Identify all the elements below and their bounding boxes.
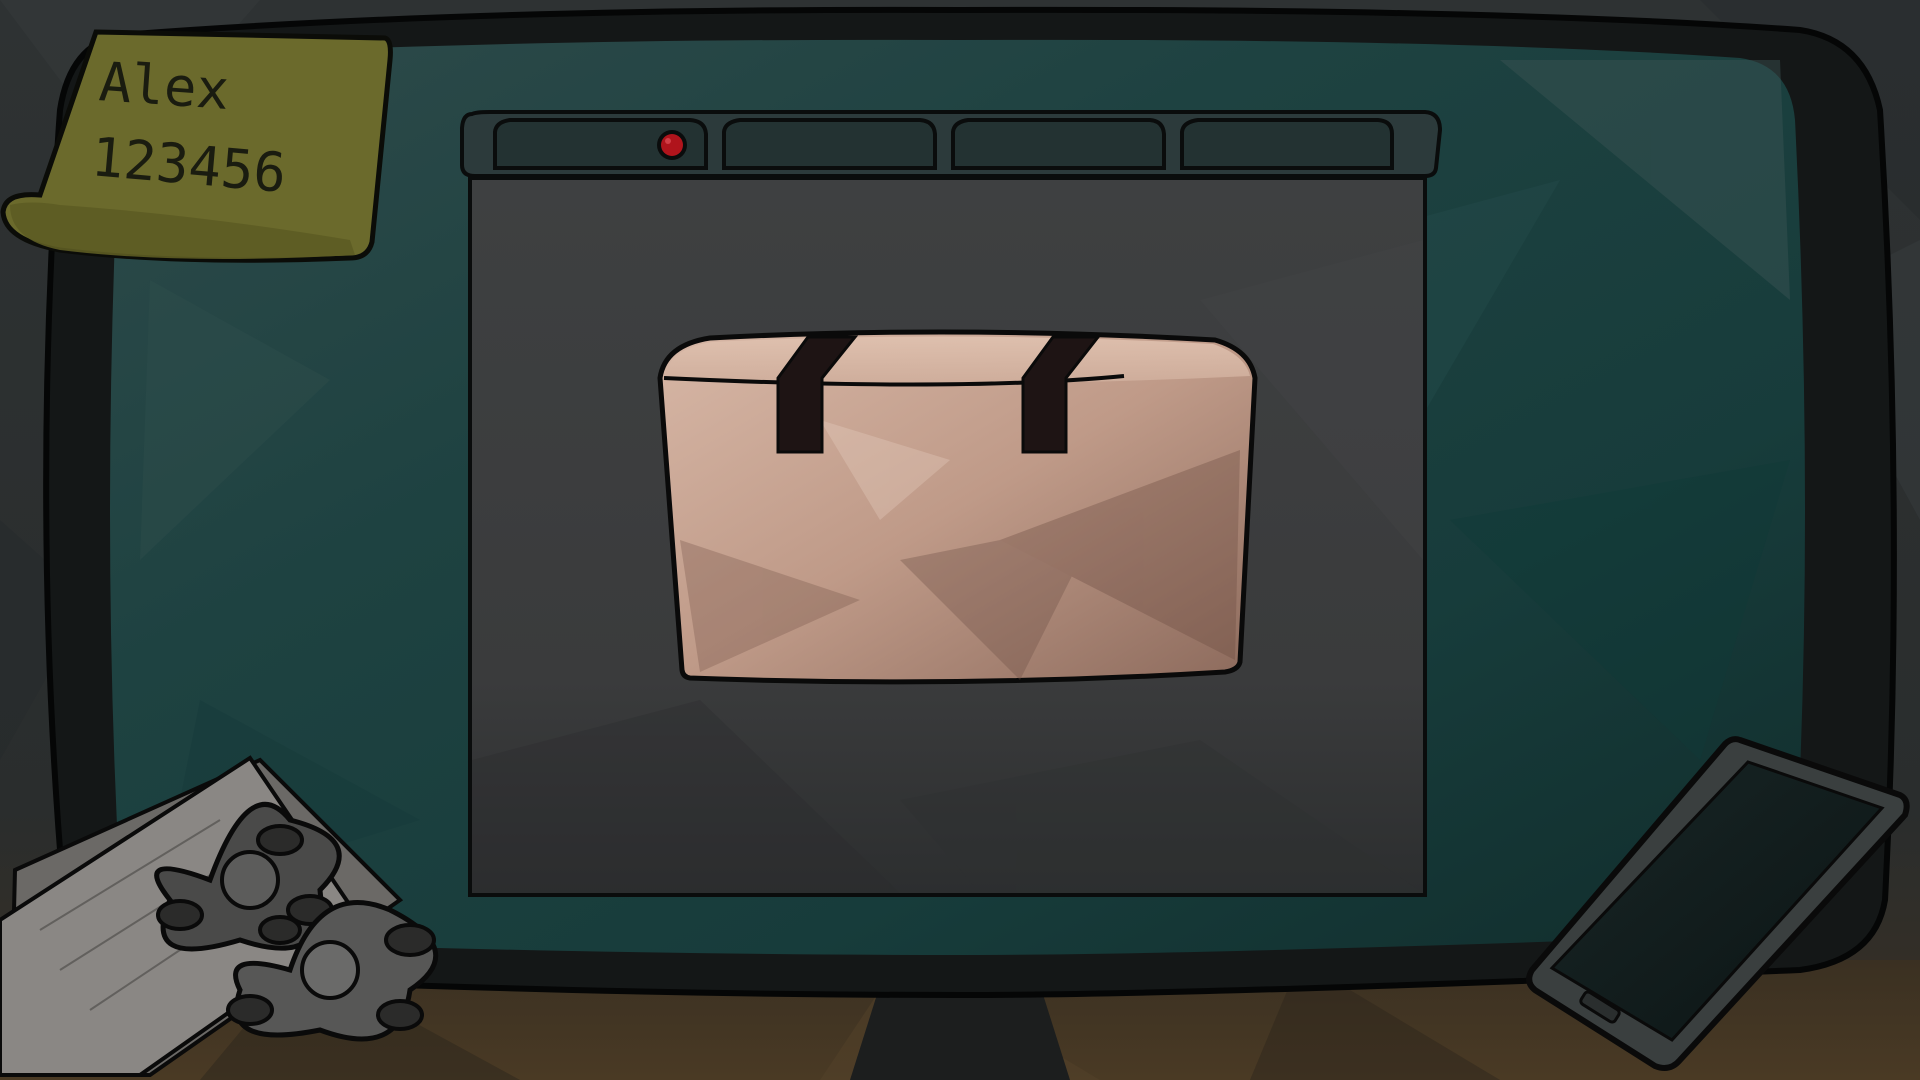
bread-loaf-icon[interactable] <box>657 329 1258 685</box>
record-dot-icon <box>657 130 687 160</box>
monitor-stand <box>850 985 1070 1080</box>
tab-3[interactable] <box>951 118 1166 170</box>
tab-2[interactable] <box>722 118 937 170</box>
tab-1[interactable] <box>493 118 708 170</box>
sticky-note-name: Alex <box>97 50 231 122</box>
browser-window <box>460 110 1443 897</box>
tab-4[interactable] <box>1180 118 1394 170</box>
game-scene: Alex 123456 <box>0 0 1920 1080</box>
